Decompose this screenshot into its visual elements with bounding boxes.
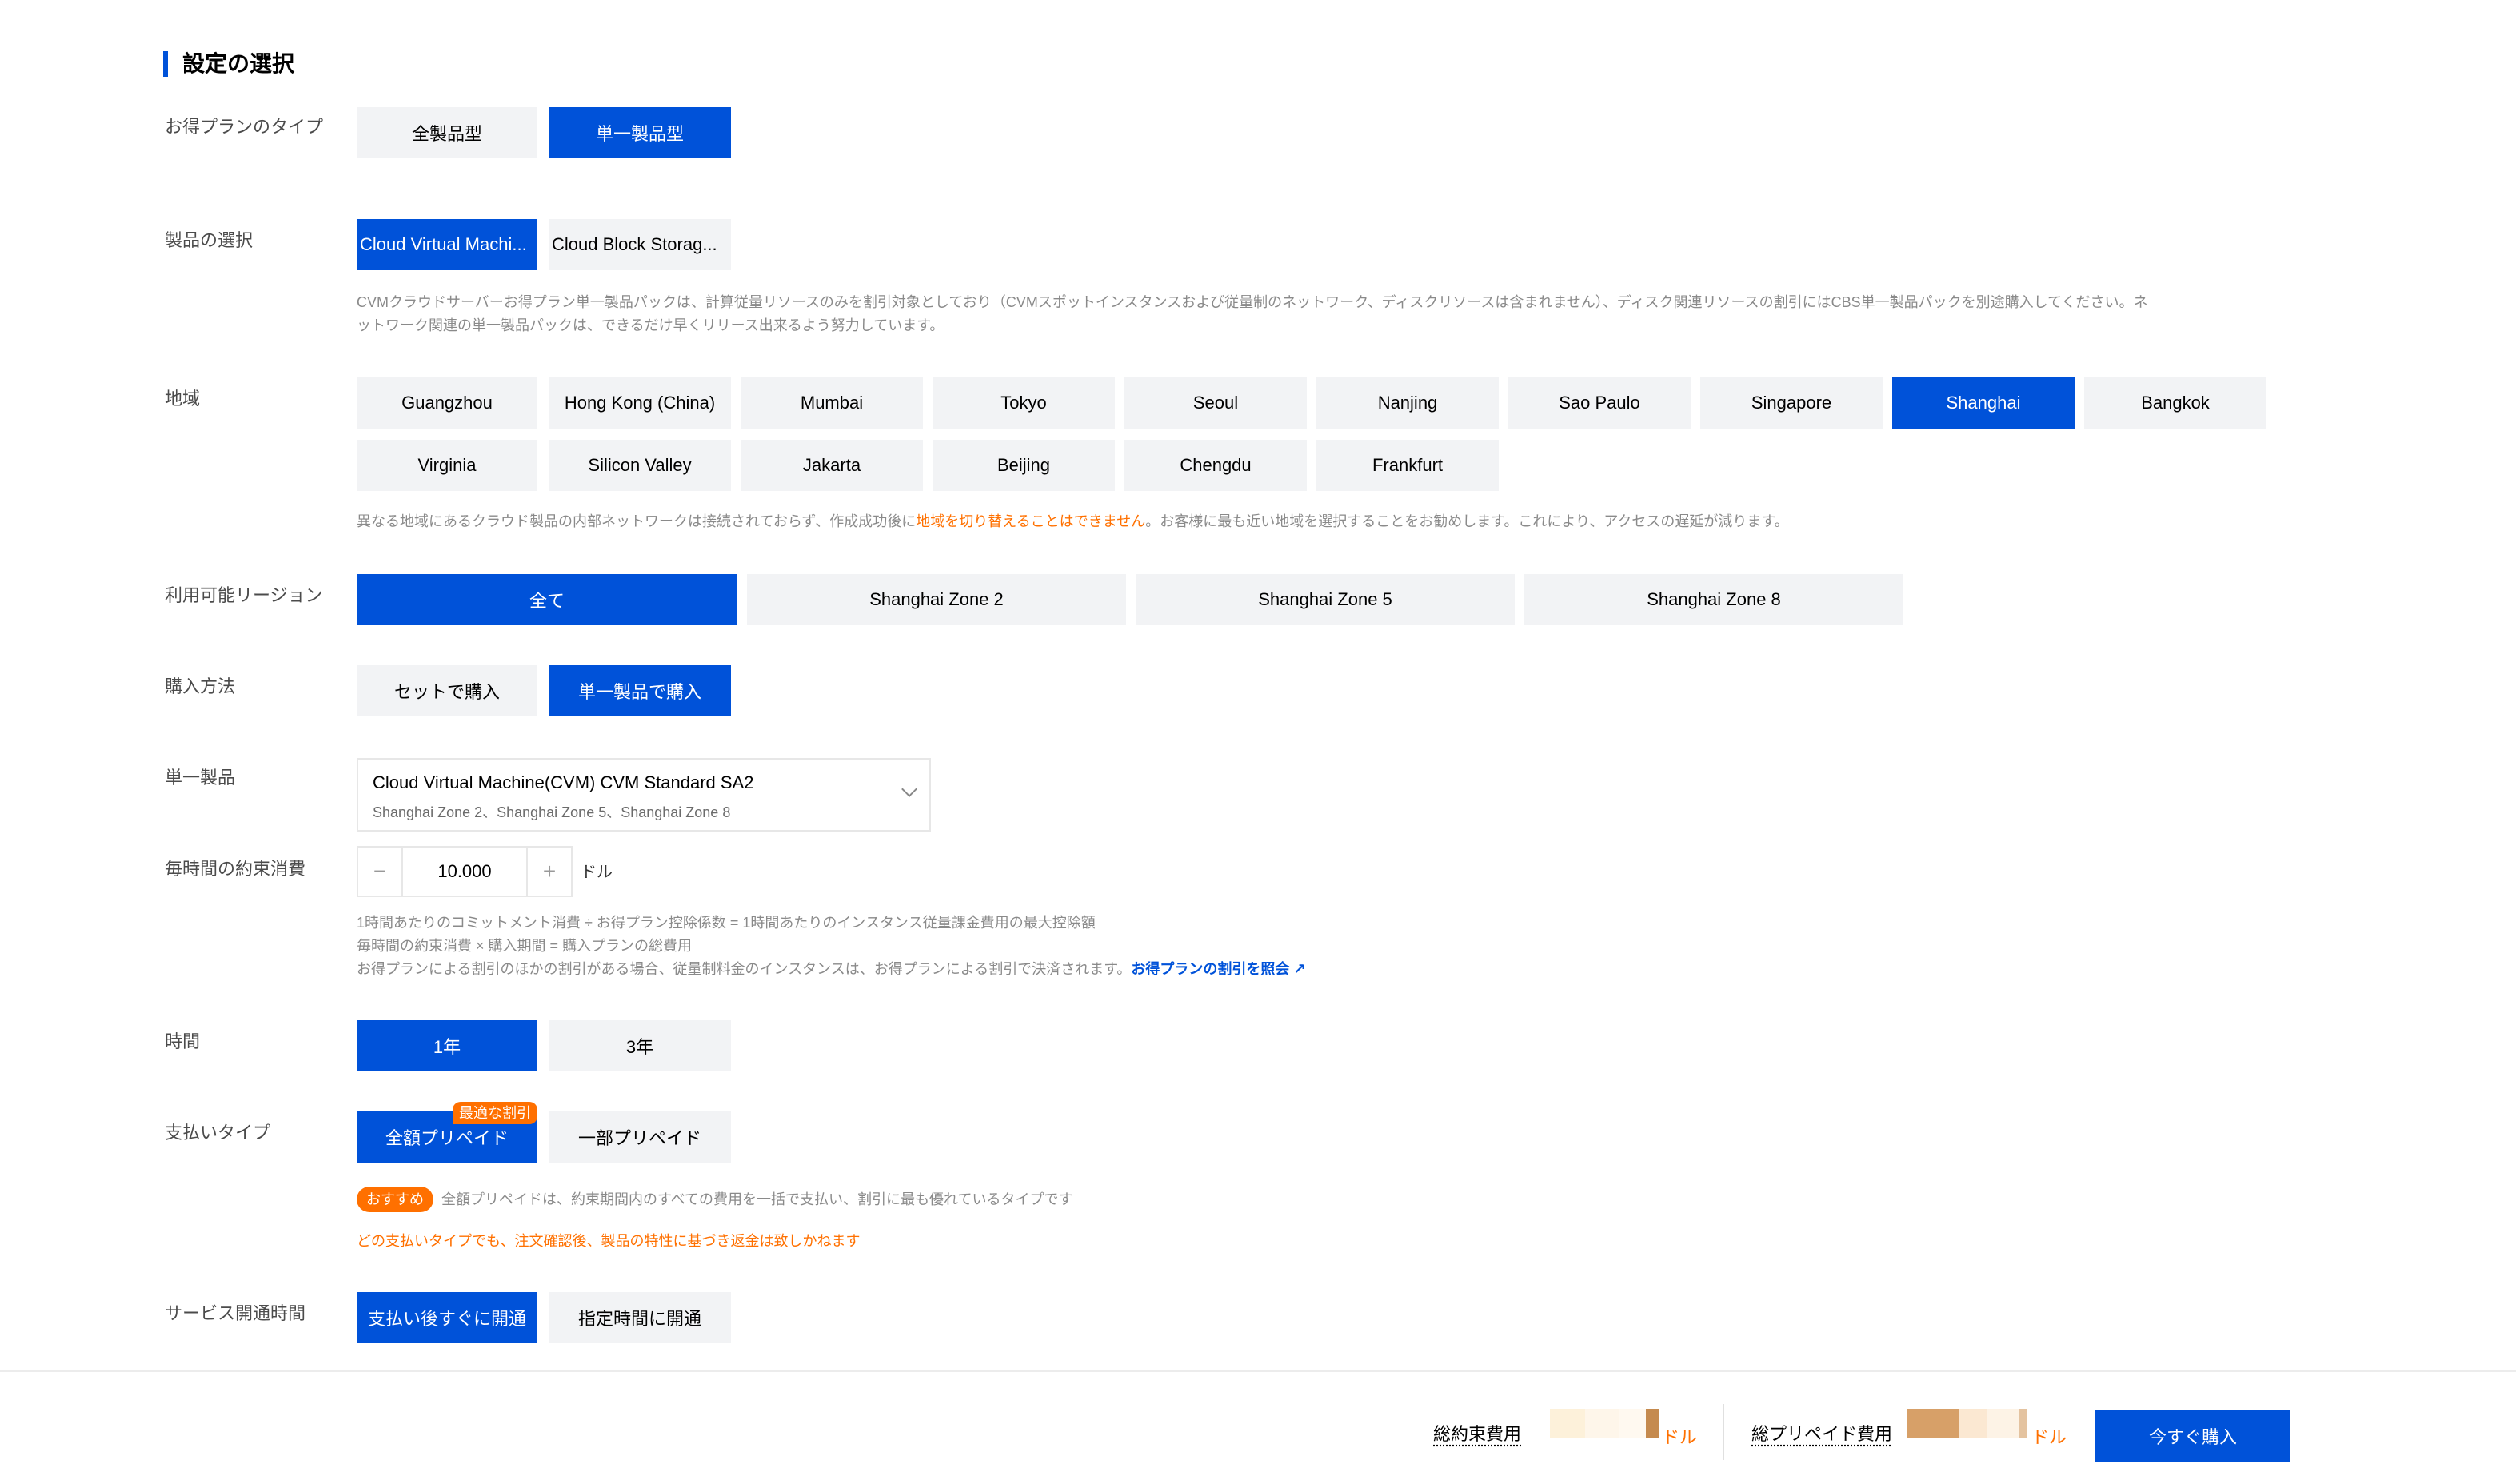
product-cbs-button[interactable]: Cloud Block Storag... <box>549 219 731 270</box>
hourly-label: 毎時間の約束消費 <box>165 859 306 879</box>
region-jakarta[interactable]: Jakarta <box>741 440 923 491</box>
product-label: 製品の選択 <box>165 230 254 250</box>
region-mumbai[interactable]: Mumbai <box>741 377 923 429</box>
zone-label: 利用可能リージョン <box>165 585 323 605</box>
hourly-note: 1時間あたりのコミットメント消費 ÷ お得プラン控除係数 = 1時間あたりのイン… <box>357 915 1306 977</box>
activation-scheduled[interactable]: 指定時間に開通 <box>549 1292 731 1343</box>
total-commit-label[interactable]: 総約束費用 <box>1433 1420 1521 1446</box>
region-label: 地域 <box>165 389 201 409</box>
zone-all[interactable]: 全て <box>357 574 737 625</box>
purchase-single-button[interactable]: 単一製品で購入 <box>549 665 731 716</box>
hourly-input[interactable] <box>401 848 528 896</box>
region-hong-kong[interactable]: Hong Kong (China) <box>549 377 731 429</box>
buy-now-button[interactable]: 今すぐ購入 <box>2095 1410 2290 1462</box>
footer-divider <box>1723 1404 1724 1460</box>
activation-immediate[interactable]: 支払い後すぐに開通 <box>357 1292 537 1343</box>
region-tokyo[interactable]: Tokyo <box>933 377 1115 429</box>
duration-1-year[interactable]: 1年 <box>357 1020 537 1071</box>
region-virginia[interactable]: Virginia <box>357 440 537 491</box>
plan-type-single-product[interactable]: 単一製品型 <box>549 107 731 158</box>
region-nanjing[interactable]: Nanjing <box>1316 377 1499 429</box>
recommend-text: 全額プリペイドは、約束期間内のすべての費用を一括で支払い、割引に最も優れているタ… <box>441 1191 1073 1207</box>
region-warning-text: 地域を切り替えることはできません <box>916 513 1146 529</box>
plan-type-all-products[interactable]: 全製品型 <box>357 107 537 158</box>
payment-type-label: 支払いタイプ <box>165 1123 271 1143</box>
total-commit-price <box>1550 1409 1662 1441</box>
payment-partial-prepaid[interactable]: 一部プリペイド <box>549 1111 731 1163</box>
region-chengdu[interactable]: Chengdu <box>1124 440 1307 491</box>
discount-query-link[interactable]: お得プランの割引を照会 ↗ <box>1131 961 1305 977</box>
region-guangzhou[interactable]: Guangzhou <box>357 377 537 429</box>
section-title: 設定の選択 <box>182 51 295 76</box>
zone-shanghai-5[interactable]: Shanghai Zone 5 <box>1136 574 1515 625</box>
zone-shanghai-8[interactable]: Shanghai Zone 8 <box>1524 574 1903 625</box>
region-shanghai[interactable]: Shanghai <box>1892 377 2075 429</box>
total-prepaid-unit: ドル <box>2031 1427 2067 1447</box>
region-seoul[interactable]: Seoul <box>1124 377 1307 429</box>
region-singapore[interactable]: Singapore <box>1700 377 1883 429</box>
activation-label: サービス開通時間 <box>165 1303 306 1323</box>
region-note: 異なる地域にあるクラウド製品の内部ネットワークは接続されておらず、作成成功後に地… <box>357 513 1789 529</box>
refund-warning: どの支払いタイプでも、注文確認後、製品の特性に基づき返金は致しかねます <box>357 1233 861 1249</box>
single-product-label: 単一製品 <box>165 768 236 788</box>
purchase-set-button[interactable]: セットで購入 <box>357 665 537 716</box>
single-product-select[interactable]: Cloud Virtual Machine(CVM) CVM Standard … <box>357 758 931 832</box>
total-prepaid-price <box>1907 1409 2031 1441</box>
product-cvm-button[interactable]: Cloud Virtual Machi... <box>357 219 537 270</box>
minus-icon[interactable]: − <box>358 848 401 896</box>
external-link-icon: ↗ <box>1293 961 1306 977</box>
plan-type-label: お得プランのタイプ <box>165 117 324 137</box>
total-prepaid-label[interactable]: 総プリペイド費用 <box>1751 1420 1892 1446</box>
region-frankfurt[interactable]: Frankfurt <box>1316 440 1499 491</box>
duration-label: 時間 <box>165 1031 201 1051</box>
product-note: CVMクラウドサーバーお得プラン単一製品パックは、計算従量リソースのみを割引対象… <box>357 294 2148 333</box>
region-beijing[interactable]: Beijing <box>933 440 1115 491</box>
duration-3-year[interactable]: 3年 <box>549 1020 731 1071</box>
hourly-stepper: − + <box>357 846 573 897</box>
plus-icon[interactable]: + <box>528 848 571 896</box>
single-product-value: Cloud Virtual Machine(CVM) CVM Standard … <box>373 772 754 792</box>
region-silicon-valley[interactable]: Silicon Valley <box>549 440 731 491</box>
chevron-down-icon <box>901 781 917 797</box>
total-commit-unit: ドル <box>1662 1427 1698 1447</box>
region-sao-paulo[interactable]: Sao Paulo <box>1508 377 1691 429</box>
best-discount-badge: 最適な割引 <box>453 1102 537 1124</box>
hourly-unit: ドル <box>581 864 613 881</box>
zone-shanghai-2[interactable]: Shanghai Zone 2 <box>747 574 1126 625</box>
region-bangkok[interactable]: Bangkok <box>2084 377 2266 429</box>
single-product-zones: Shanghai Zone 2、Shanghai Zone 5、Shanghai… <box>373 804 731 820</box>
purchase-method-label: 購入方法 <box>165 676 236 696</box>
section-accent-bar <box>163 51 168 77</box>
recommend-badge: おすすめ <box>357 1187 433 1212</box>
